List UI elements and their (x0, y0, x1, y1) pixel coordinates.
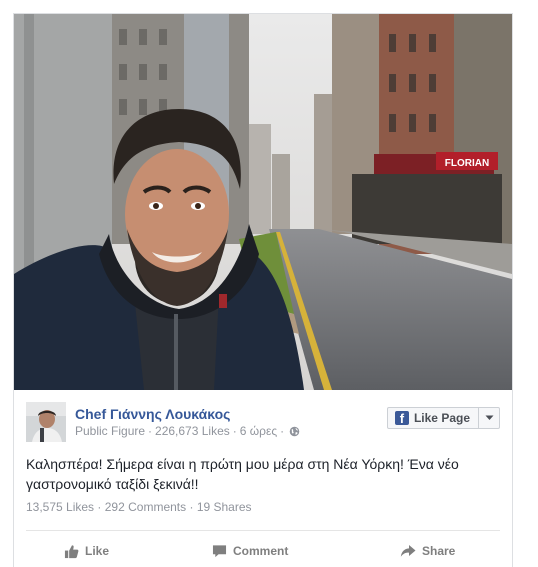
avatar[interactable] (26, 402, 66, 442)
post-timestamp[interactable]: 6 ώρες (240, 424, 277, 438)
share-arrow-icon (400, 545, 416, 557)
share-button[interactable]: Share (400, 538, 455, 564)
comment-bubble-icon (212, 545, 227, 558)
post-meta: Public Figure · 226,673 Likes · 6 ώρες · (75, 424, 300, 438)
post-photo[interactable]: FLORIAN (14, 14, 512, 390)
facebook-post: FLORIAN Chef Γιάννης Λουκάκος Public Fig… (13, 13, 513, 567)
chevron-down-icon (485, 415, 493, 420)
likes-count-link[interactable]: 13,575 Likes (26, 500, 94, 514)
storefront-sign: FLORIAN (445, 158, 489, 169)
stats-separator: · (189, 500, 197, 514)
stats-separator: · (97, 500, 105, 514)
meta-separator: · (148, 424, 153, 438)
page-name-link[interactable]: Chef Γιάννης Λουκάκος (75, 406, 230, 422)
globe-icon (289, 426, 300, 436)
like-label: Like (85, 544, 110, 558)
message-line: γαστρονομικό ταξίδι ξεκινά!! (26, 476, 199, 492)
like-page-dropdown[interactable] (478, 408, 499, 428)
page-category: Public Figure (75, 424, 146, 438)
post-stats: 13,575 Likes · 292 Comments · 19 Shares (26, 500, 252, 514)
shares-count-link[interactable]: 19 Shares (197, 500, 252, 514)
message-line: Καλησπέρα! Σήμερα είναι η πρώτη μου μέρα… (26, 456, 459, 472)
meta-separator: · (280, 424, 285, 438)
comments-count-link[interactable]: 292 Comments (105, 500, 186, 514)
page-likes-count: 226,673 Likes (155, 424, 230, 438)
post-header: Chef Γιάννης Λουκάκος Public Figure · 22… (14, 390, 512, 452)
share-label: Share (422, 544, 456, 558)
like-page-label: Like Page (413, 411, 470, 425)
comment-button[interactable]: Comment (212, 538, 288, 564)
post-actions: Like Comment Share (26, 538, 500, 564)
meta-separator: · (232, 424, 237, 438)
facebook-f-icon: f (394, 411, 409, 425)
like-button[interactable]: Like (64, 538, 109, 564)
actions-divider (26, 530, 500, 531)
like-page-button[interactable]: f Like Page (386, 407, 500, 429)
comment-label: Comment (233, 544, 289, 558)
post-message: Καλησπέρα! Σήμερα είναι η πρώτη μου μέρα… (26, 454, 496, 494)
like-page-main[interactable]: f Like Page (388, 408, 478, 428)
thumbs-up-icon (64, 544, 79, 558)
